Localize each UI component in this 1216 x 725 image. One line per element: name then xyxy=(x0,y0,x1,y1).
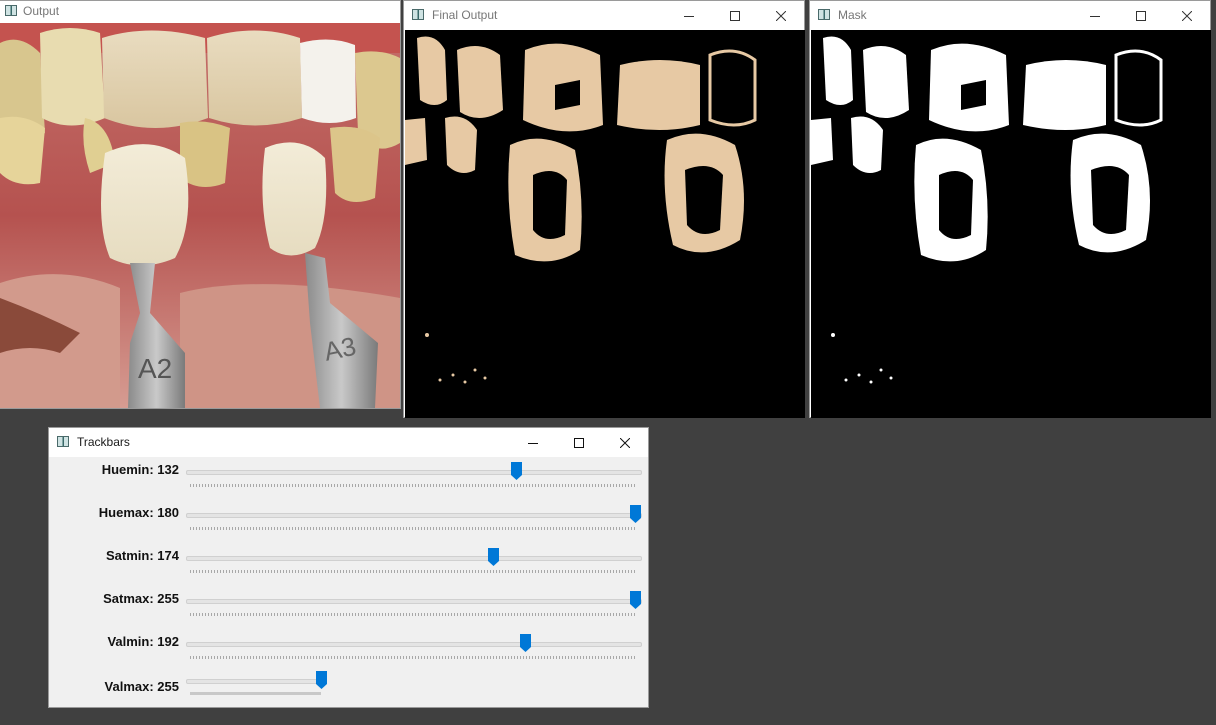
trackbar-satmin: Satmin: 174 xyxy=(49,546,649,589)
trackbar-valmax: Valmax: 255 xyxy=(49,668,649,711)
minimize-button[interactable] xyxy=(666,1,712,30)
slider-ticks xyxy=(190,484,636,487)
slider-track[interactable] xyxy=(186,556,642,561)
trackbar-label: Valmin: 192 xyxy=(107,634,179,649)
slider-track[interactable] xyxy=(186,679,324,684)
maximize-icon xyxy=(574,437,584,448)
close-icon xyxy=(620,437,630,448)
slider-ticks xyxy=(190,570,636,573)
output-window-title: Output xyxy=(23,4,60,18)
final-output-image xyxy=(405,30,805,418)
mask-titlebar[interactable]: Mask xyxy=(810,1,1210,30)
slider-ticks xyxy=(190,656,636,659)
output-window[interactable]: Output A2 A3 xyxy=(0,0,401,409)
mask-window-title: Mask xyxy=(838,8,867,22)
maximize-button[interactable] xyxy=(556,428,602,457)
minimize-icon xyxy=(528,442,538,444)
mask-image xyxy=(811,30,1211,418)
trackbar-label: Valmax: 255 xyxy=(104,679,179,694)
slider-thumb[interactable] xyxy=(488,548,500,566)
slider-thumb[interactable] xyxy=(630,505,641,523)
close-button[interactable] xyxy=(758,1,804,30)
maximize-button[interactable] xyxy=(712,1,758,30)
slider-thumb[interactable] xyxy=(630,591,641,609)
trackbars-window-title: Trackbars xyxy=(77,435,130,449)
slider-track[interactable] xyxy=(186,513,642,518)
shade-label-a2: A2 xyxy=(138,353,172,384)
slider-track[interactable] xyxy=(186,642,642,647)
slider-ticks xyxy=(190,527,636,530)
minimize-icon xyxy=(684,15,694,17)
close-icon xyxy=(776,10,786,21)
slider-thumb[interactable] xyxy=(316,671,327,689)
slider-thumb[interactable] xyxy=(519,634,531,652)
close-icon xyxy=(1182,10,1192,21)
minimize-button[interactable] xyxy=(1072,1,1118,30)
maximize-button[interactable] xyxy=(1118,1,1164,30)
close-button[interactable] xyxy=(602,428,648,457)
minimize-button[interactable] xyxy=(510,428,556,457)
trackbar-label: Satmax: 255 xyxy=(103,591,179,606)
final-output-titlebar[interactable]: Final Output xyxy=(404,1,804,30)
app-icon xyxy=(5,5,17,16)
final-output-window[interactable]: Final Output xyxy=(403,0,805,418)
maximize-icon xyxy=(1136,10,1146,21)
trackbar-label: Satmin: 174 xyxy=(106,548,179,563)
slider-track[interactable] xyxy=(186,470,642,475)
final-output-window-title: Final Output xyxy=(432,8,498,22)
app-icon xyxy=(818,9,830,20)
slider-track[interactable] xyxy=(186,599,642,604)
slider-thumb[interactable] xyxy=(511,462,523,480)
mask-window[interactable]: Mask xyxy=(809,0,1211,418)
slider-ticks xyxy=(190,613,636,616)
trackbars-titlebar[interactable]: Trackbars xyxy=(49,428,648,457)
trackbar-satmax: Satmax: 255 xyxy=(49,589,649,632)
trackbar-huemax: Huemax: 180 xyxy=(49,503,649,546)
output-image: A2 A3 xyxy=(0,23,400,408)
trackbars-window[interactable]: Trackbars Huemin: 132 Huemax: 180 Satmin… xyxy=(48,427,649,708)
app-icon xyxy=(412,9,424,20)
output-titlebar[interactable]: Output xyxy=(0,1,400,23)
trackbar-label: Huemax: 180 xyxy=(98,505,179,520)
slider-fill xyxy=(190,692,321,695)
minimize-icon xyxy=(1090,15,1100,17)
app-icon xyxy=(57,436,69,447)
maximize-icon xyxy=(730,10,740,21)
trackbar-huemin: Huemin: 132 xyxy=(49,460,649,503)
trackbar-label: Huemin: 132 xyxy=(101,462,179,477)
close-button[interactable] xyxy=(1164,1,1210,30)
